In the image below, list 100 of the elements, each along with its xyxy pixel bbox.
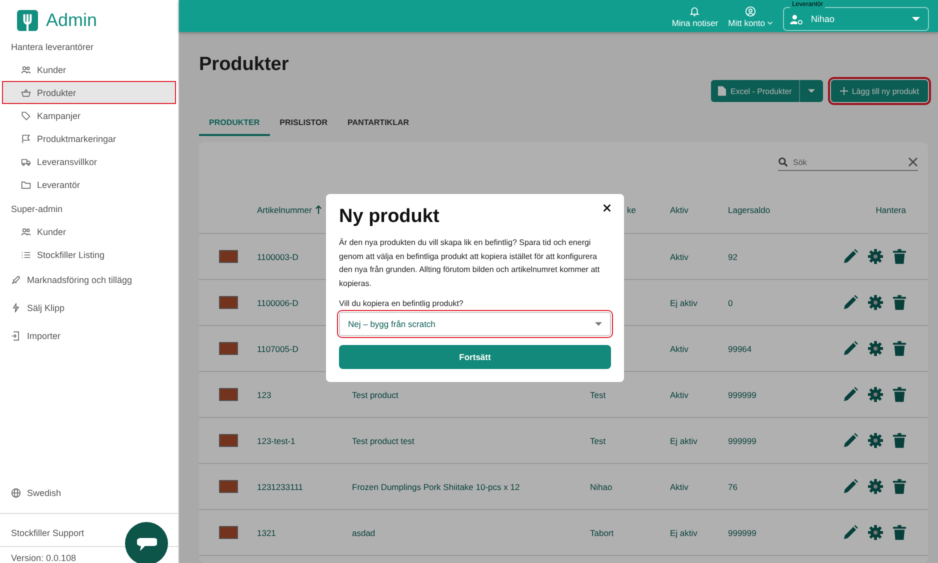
product-image-placeholder: [218, 296, 238, 309]
close-icon[interactable]: [603, 204, 611, 212]
table-cell: asdad: [352, 528, 376, 538]
trash-icon[interactable]: [893, 479, 906, 494]
table-cell: 999999: [728, 528, 756, 538]
settings-icon[interactable]: [868, 525, 883, 540]
table-cell: Aktiv: [670, 252, 688, 262]
list-icon: [21, 250, 31, 260]
edit-icon[interactable]: [843, 433, 858, 448]
search-input[interactable]: Sök: [793, 158, 903, 166]
settings-icon[interactable]: [868, 341, 883, 356]
sidebar-link[interactable]: Sälj Klipp: [0, 294, 178, 322]
globe-icon: [11, 488, 21, 498]
edit-icon[interactable]: [843, 249, 858, 264]
sort-arrow-icon[interactable]: [314, 205, 322, 214]
sidebar-item[interactable]: Stockfiller Listing: [3, 244, 175, 265]
trash-icon[interactable]: [893, 295, 906, 310]
column-header: Lagersaldo: [728, 204, 770, 214]
trash-icon[interactable]: [893, 341, 906, 356]
add-product-button[interactable]: Lägg till ny produkt: [830, 80, 928, 102]
table-cell: 1100003-D: [257, 252, 298, 262]
sidebar-item[interactable]: Kunder: [3, 221, 175, 242]
trash-icon[interactable]: [893, 525, 906, 540]
settings-icon[interactable]: [868, 249, 883, 264]
table-cell: 1100006-D: [257, 298, 298, 308]
table-cell: Ej aktiv: [670, 528, 698, 538]
edit-icon[interactable]: [843, 387, 858, 402]
tab[interactable]: PRISLISTOR: [270, 108, 338, 136]
column-header[interactable]: Artikelnummer: [257, 204, 312, 214]
dropdown-caret-icon: [595, 322, 602, 326]
users-icon: [21, 226, 31, 236]
table-cell: Frozen Dumplings Pork Shiitake 10-pcs x 12: [352, 482, 520, 492]
truck-icon: [21, 156, 31, 166]
edit-icon[interactable]: [843, 341, 858, 356]
table-cell: 123: [257, 390, 272, 400]
settings-icon[interactable]: [868, 295, 883, 310]
basket-icon: [21, 88, 31, 98]
column-header: Aktiv: [670, 204, 688, 214]
edit-icon[interactable]: [843, 295, 858, 310]
table-cell: Test: [590, 390, 606, 400]
table-cell: Test product test: [352, 436, 414, 446]
settings-icon[interactable]: [868, 433, 883, 448]
product-image-placeholder: [218, 250, 238, 263]
bolt-icon: [11, 303, 21, 313]
dialog-title: Ny produkt: [339, 206, 440, 228]
sidebar-item[interactable]: Produkter: [3, 82, 175, 103]
sidebar-item[interactable]: Leverantör: [3, 174, 175, 195]
table-cell: 99964: [728, 344, 752, 354]
product-image-placeholder: [218, 342, 238, 355]
users-icon: [21, 64, 31, 74]
search-icon: [778, 157, 788, 167]
app-title: Admin: [46, 10, 98, 30]
sidebar-item[interactable]: Kampanjer: [3, 105, 175, 126]
table-cell: 999999: [728, 390, 756, 400]
product-image-placeholder: [218, 434, 238, 447]
clear-icon[interactable]: [908, 157, 918, 167]
sidebar-item[interactable]: Kunder: [3, 59, 175, 80]
table-cell: 1107005-D: [257, 344, 298, 354]
copy-product-select[interactable]: Nej – bygg från scratch: [339, 312, 611, 336]
user-settings-icon: [790, 14, 803, 24]
tab[interactable]: PANTARTIKLAR: [338, 108, 420, 136]
trash-icon[interactable]: [893, 433, 906, 448]
table-cell: Aktiv: [670, 344, 688, 354]
table-cell: Aktiv: [670, 482, 688, 492]
product-image-placeholder: [218, 526, 238, 539]
table-cell: 92: [728, 252, 738, 262]
table-cell: Aktiv: [670, 390, 688, 400]
table-cell: 999999: [728, 436, 756, 446]
table-cell: Tabort: [590, 528, 614, 538]
user-icon: [745, 6, 756, 17]
edit-icon[interactable]: [843, 525, 858, 540]
table-cell: Test: [590, 436, 606, 446]
table-cell: 0: [728, 298, 733, 308]
sidebar-item[interactable]: Leveransvillkor: [3, 151, 175, 172]
export-menu-button[interactable]: [798, 80, 823, 102]
settings-icon[interactable]: [868, 387, 883, 402]
sidebar-link[interactable]: Importer: [0, 322, 178, 350]
page-title: Produkter: [199, 54, 289, 76]
logo-icon: [17, 10, 38, 30]
section-heading: Hantera leverantörer: [10, 41, 95, 54]
language-selector[interactable]: Swedish: [0, 479, 178, 507]
dropdown-caret-icon: [808, 89, 815, 93]
folder-icon: [21, 180, 31, 190]
file-icon: [718, 86, 726, 96]
table-cell: Nihao: [590, 482, 612, 492]
sidebar-item[interactable]: Produktmarkeringar: [3, 128, 175, 149]
sidebar-link[interactable]: Marknadsföring och tillägg: [0, 266, 178, 294]
edit-icon[interactable]: [843, 479, 858, 494]
tag-icon: [21, 110, 31, 120]
flag-icon: [21, 134, 31, 144]
settings-icon[interactable]: [868, 479, 883, 494]
trash-icon[interactable]: [893, 249, 906, 264]
continue-button[interactable]: Fortsätt: [339, 345, 611, 369]
product-image-placeholder: [218, 480, 238, 493]
search-bar[interactable]: Sök: [778, 157, 918, 171]
trash-icon[interactable]: [893, 387, 906, 402]
export-button[interactable]: Excel - Produkter: [711, 80, 799, 102]
dialog-text: Är den nya produkten du vill skapa lik en befintlig? Spara tid och energi genom att välja en befintliga produkt att kopiera istället för att konfigurera den nya från grunden. Allting förutom bilden och artikelnumret kommer att kopieras.: [339, 237, 601, 290]
chat-bubble-icon: [136, 536, 156, 550]
table-cell: Ej aktiv: [670, 298, 698, 308]
